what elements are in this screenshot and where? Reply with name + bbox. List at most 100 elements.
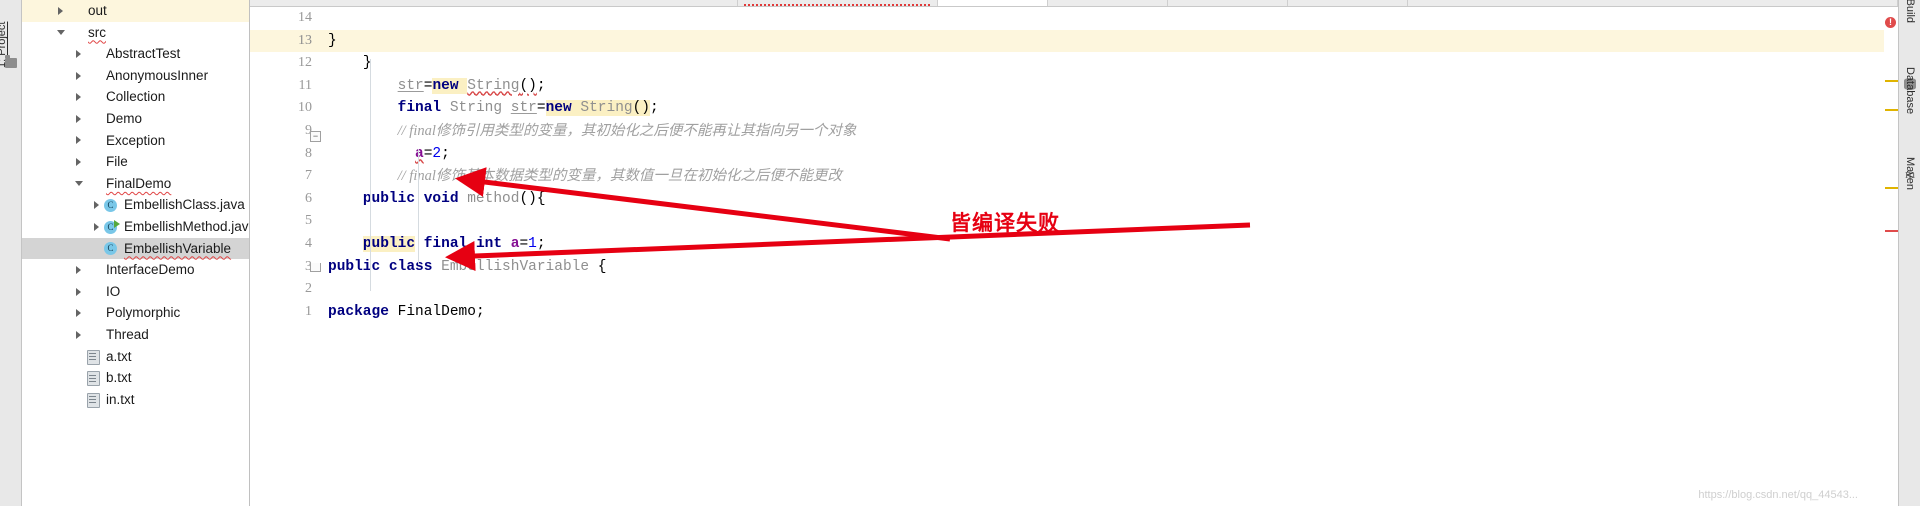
editor-tab-strip[interactable] <box>250 0 1898 7</box>
tree-item-out[interactable]: out <box>22 0 249 22</box>
fold-end-marker[interactable] <box>310 263 321 272</box>
tree-item-embellishvariable[interactable]: C EmbellishVariable <box>22 237 249 260</box>
code-line-3[interactable]: public class EmbellishVariable { <box>322 256 1898 279</box>
folder-grey-icon <box>85 90 101 104</box>
code-line-1[interactable]: package FinalDemo; <box>322 301 1898 324</box>
tool-window-label-database: Database <box>1904 67 1916 115</box>
java-class-icon: C <box>103 219 120 234</box>
tree-item-label: in.txt <box>106 391 135 407</box>
folder-grey-icon <box>85 155 101 169</box>
tool-window-button-database[interactable]: Database <box>1899 67 1920 114</box>
code-line-5[interactable] <box>322 210 1898 233</box>
code-line-4[interactable]: public final int a=1; <box>322 233 1898 256</box>
tree-item-b-txt[interactable]: b.txt <box>22 367 249 389</box>
tab-strip-filler <box>1408 0 1898 6</box>
tree-item-exception[interactable]: Exception <box>22 130 249 152</box>
folder-grey-icon <box>85 47 101 61</box>
code-line-6[interactable]: public void method(){ <box>322 188 1898 211</box>
code-line-10[interactable]: final String str=new String(); <box>322 97 1898 120</box>
tree-item-label: src <box>88 24 106 40</box>
project-folder-icon[interactable] <box>5 55 17 68</box>
tab-placeholder-1[interactable] <box>250 0 738 6</box>
tree-item-collection[interactable]: Collection <box>22 86 249 108</box>
chevron-down-icon[interactable] <box>54 22 67 44</box>
ide-window: 1: Project out src AbstractTest AnonymousIn… <box>0 0 1920 506</box>
tree-item-polymorphic[interactable]: Polymorphic <box>22 302 249 324</box>
tab-active[interactable] <box>938 0 1048 6</box>
tree-item-label: IO <box>106 283 121 299</box>
line-number: 5 <box>305 213 312 229</box>
chevron-right-icon[interactable] <box>72 43 85 65</box>
tree-item-label: Exception <box>106 132 166 148</box>
chevron-right-icon[interactable] <box>72 281 85 303</box>
chevron-right-icon[interactable] <box>54 0 67 22</box>
source-code[interactable]: } } str=new String(); final String str=n… <box>322 7 1898 506</box>
code-line-12[interactable]: } <box>322 52 1898 75</box>
tree-item-anonymousinner[interactable]: AnonymousInner <box>22 65 249 87</box>
error-badge-icon[interactable]: ! <box>1885 17 1896 28</box>
tree-item-file[interactable]: File <box>22 151 249 173</box>
java-class-icon: C <box>103 198 119 213</box>
indent-guide-method <box>418 149 419 265</box>
warning-marker[interactable] <box>1885 109 1898 111</box>
line-number: 12 <box>298 55 312 71</box>
warning-marker[interactable] <box>1885 187 1898 189</box>
code-line-8[interactable]: a=2; <box>322 143 1898 166</box>
tab-placeholder-3[interactable] <box>1048 0 1168 6</box>
project-tree: out src AbstractTest AnonymousInner Collecti… <box>22 0 249 410</box>
tab-placeholder-2[interactable] <box>738 0 938 6</box>
chevron-right-icon[interactable] <box>72 302 85 324</box>
code-line-11[interactable]: str=new String(); <box>322 75 1898 98</box>
code-line-2[interactable] <box>322 278 1898 301</box>
tree-item-abstracttest[interactable]: AbstractTest <box>22 43 249 65</box>
chevron-right-icon[interactable] <box>72 259 85 281</box>
line-number-gutter[interactable]: 14 13 12 11 10 9 8 7 6 5 4 3 2 1 − <box>250 7 322 506</box>
line-number: 4 <box>305 235 312 251</box>
tree-item-label: Polymorphic <box>106 305 181 321</box>
folder-grey-icon <box>85 112 101 126</box>
indent-guide-class <box>370 59 371 291</box>
code-line-14[interactable] <box>322 7 1898 30</box>
chevron-right-icon[interactable] <box>72 130 85 152</box>
code-line-9[interactable]: // final修饰引用类型的变量，其初始化之后便不能再让其指向另一个对象 <box>322 120 1898 143</box>
error-stripe[interactable]: ! <box>1884 14 1898 506</box>
tool-window-button-ant-build[interactable]: Ant Build <box>1899 0 1920 23</box>
line-number: 11 <box>298 77 312 93</box>
chevron-right-icon[interactable] <box>72 65 85 87</box>
tree-item-label: AnonymousInner <box>106 67 209 83</box>
error-marker[interactable] <box>1885 230 1898 232</box>
line-number: 7 <box>305 168 312 184</box>
tool-window-button-maven[interactable]: Maven <box>1899 157 1920 198</box>
tree-item-in-txt[interactable]: in.txt <box>22 389 249 411</box>
warning-marker[interactable] <box>1885 80 1898 82</box>
fold-toggle-method[interactable]: − <box>310 131 321 142</box>
chevron-right-icon[interactable] <box>72 108 85 130</box>
tree-item-embellishmethod-java[interactable]: C EmbellishMethod.java <box>22 216 249 238</box>
tree-item-label: Demo <box>106 111 143 127</box>
tree-item-label: File <box>106 154 128 170</box>
chevron-right-icon[interactable] <box>72 151 85 173</box>
project-tree-panel[interactable]: out src AbstractTest AnonymousInner Collecti… <box>22 0 250 506</box>
tree-item-thread[interactable]: Thread <box>22 324 249 346</box>
tree-item-label: b.txt <box>106 370 132 386</box>
chevron-right-icon[interactable] <box>72 86 85 108</box>
chevron-right-icon[interactable] <box>90 194 103 216</box>
right-tool-strip: Ant Build Database m Maven <box>1898 0 1920 506</box>
code-line-7[interactable]: // final修饰基本数据类型的变量，其数值一旦在初始化之后便不能更改 <box>322 165 1898 188</box>
tree-item-label: EmbellishClass.java <box>124 197 245 213</box>
tree-item-demo[interactable]: Demo <box>22 108 249 130</box>
tab-placeholder-4[interactable] <box>1168 0 1288 6</box>
tree-item-finaldemo[interactable]: FinalDemo <box>22 173 249 195</box>
tree-item-a-txt[interactable]: a.txt <box>22 346 249 368</box>
chevron-right-icon[interactable] <box>90 216 103 238</box>
chevron-right-icon[interactable] <box>72 324 85 346</box>
tree-item-embellishclass-java[interactable]: C EmbellishClass.java <box>22 194 249 216</box>
tree-item-interfacedemo[interactable]: InterfaceDemo <box>22 259 249 281</box>
code-line-13[interactable]: } <box>322 29 1898 53</box>
folder-grey-icon <box>85 285 101 299</box>
chevron-down-icon[interactable] <box>72 173 85 195</box>
line-number: 10 <box>298 100 312 116</box>
tree-item-src[interactable]: src <box>22 22 249 44</box>
tab-placeholder-5[interactable] <box>1288 0 1408 6</box>
tree-item-io[interactable]: IO <box>22 281 249 303</box>
